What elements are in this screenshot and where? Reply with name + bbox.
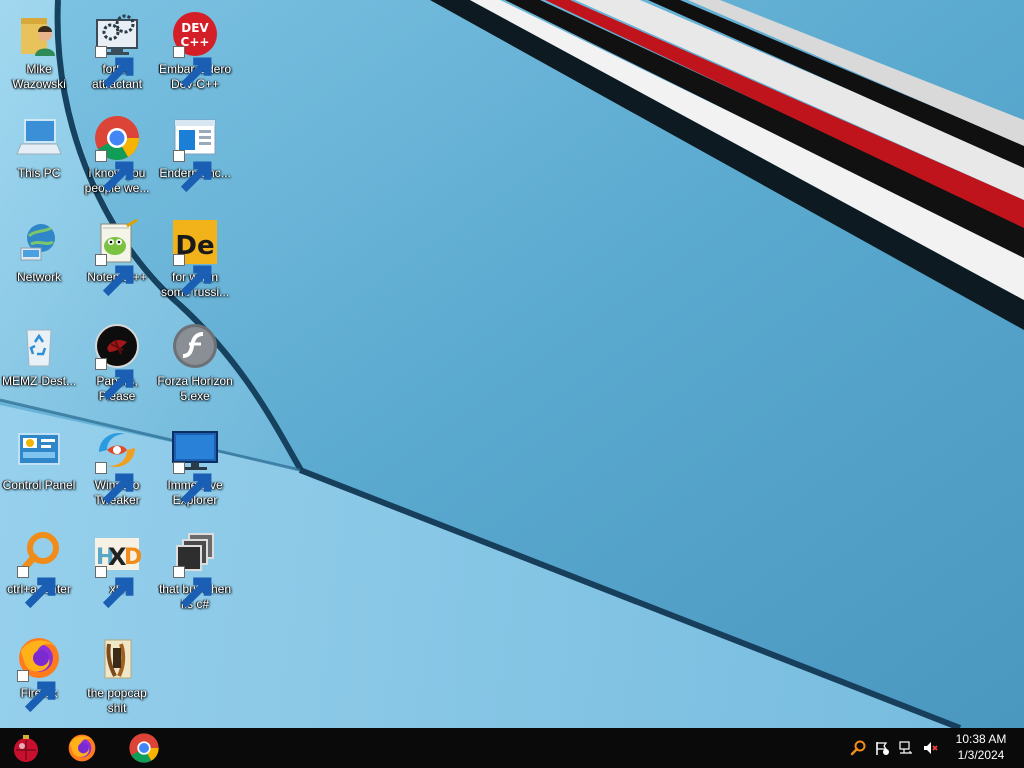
start-ornament-icon: [14, 735, 38, 762]
clock-time: 10:38 AM: [955, 732, 1007, 746]
desktop-icon-mike-wazowski[interactable]: Mike Wazowski: [0, 2, 78, 102]
desktop-icon-network[interactable]: Network: [0, 210, 78, 310]
tray-search-button[interactable]: [850, 740, 866, 756]
svg-text:DEV: DEV: [181, 21, 209, 35]
shortcut-arrow-icon: [173, 566, 212, 609]
user-folder-icon: [21, 18, 55, 56]
icon-label: the popcap shit: [87, 686, 147, 715]
control-panel-icon: [18, 433, 60, 465]
desktop-icon-ctrl-a-enter[interactable]: ctrl+a, enter: [0, 522, 78, 622]
shortcut-arrow-icon: [95, 358, 134, 401]
taskbar-chrome-button[interactable]: [120, 728, 168, 768]
desktop-icon-that-but-when-its-csharp[interactable]: that but when its c#: [156, 522, 234, 622]
action-center-flag-icon: [876, 742, 889, 755]
desktop[interactable]: Mike Wazowski This PC Network MEMZ-Dest.…: [0, 0, 1024, 728]
firefox-icon: [68, 734, 96, 762]
shortcut-arrow-icon: [173, 254, 212, 297]
icon-label: This PC: [17, 166, 61, 180]
shortcut-arrow-icon: [173, 46, 212, 89]
tray-network-button[interactable]: [898, 740, 914, 756]
desktop-icon-forza-horizon[interactable]: Forza Horizon 5.exe: [156, 314, 234, 414]
desktop-icon-winaero-tweaker[interactable]: Winaero Tweaker: [78, 418, 156, 518]
desktop-icon-i-know-you-people[interactable]: i know you people we...: [78, 106, 156, 206]
taskbar-clock[interactable]: 10:38 AM 1/3/2024: [948, 731, 1014, 763]
icon-label: Forza Horizon 5.exe: [157, 374, 233, 403]
shortcut-arrow-icon: [95, 462, 134, 505]
icon-label: MEMZ-Dest...: [2, 374, 76, 388]
shortcut-arrow-icon: [173, 150, 212, 193]
desktop-icon-memz[interactable]: MEMZ-Dest...: [0, 314, 78, 414]
desktop-icon-this-pc[interactable]: This PC: [0, 106, 78, 206]
shortcut-arrow-icon: [173, 462, 212, 505]
popcap-folder-icon: [104, 639, 132, 679]
computer-icon: [16, 119, 62, 155]
desktop-icon-dev-cpp[interactable]: DEV C++ Embarcadero Dev-C++: [156, 2, 234, 102]
desktop-icon-papers-please[interactable]: Papers, Please: [78, 314, 156, 414]
icon-label: Control Panel: [2, 478, 76, 492]
icon-label: Mike Wazowski: [12, 62, 66, 91]
tray-action-center-button[interactable]: [874, 740, 890, 756]
flash-player-icon: [173, 324, 217, 368]
shortcut-arrow-icon: [95, 566, 134, 609]
network-icon: [899, 741, 912, 754]
taskbar-firefox-button[interactable]: [58, 728, 106, 768]
tray-volume-button[interactable]: [922, 740, 938, 756]
shortcut-arrow-icon: [17, 670, 56, 713]
network-globe-icon: [20, 224, 55, 261]
search-tray-icon: [850, 740, 866, 756]
desktop-icon-xd[interactable]: H X D xD: [78, 522, 156, 622]
shortcut-arrow-icon: [95, 254, 134, 297]
recycle-bin-icon: [26, 329, 52, 367]
desktop-icon-notepad-plus-plus[interactable]: Notepad++: [78, 210, 156, 310]
desktop-icon-the-popcap-shit[interactable]: the popcap shit: [78, 626, 156, 726]
desktop-icon-immersive-explorer[interactable]: Immersive Explorer: [156, 418, 234, 518]
icon-label: Network: [16, 270, 61, 284]
chrome-icon: [129, 733, 159, 763]
start-button[interactable]: [2, 728, 50, 768]
desktop-icon-for-when-some-russi[interactable]: De for when some russi...: [156, 210, 234, 310]
taskbar: [0, 728, 1024, 768]
shortcut-arrow-icon: [95, 46, 134, 89]
volume-muted-icon: [924, 742, 938, 754]
desktop-icon-forkie-attractant[interactable]: forkie attractant: [78, 2, 156, 102]
desktop-icon-endermanch[interactable]: Endermanc...: [156, 106, 234, 206]
clock-date: 1/3/2024: [957, 748, 1005, 762]
desktop-icon-control-panel[interactable]: Control Panel: [0, 418, 78, 518]
shortcut-arrow-icon: [95, 150, 134, 193]
shortcut-arrow-icon: [17, 566, 56, 609]
desktop-icon-firefox[interactable]: Firefox: [0, 626, 78, 726]
